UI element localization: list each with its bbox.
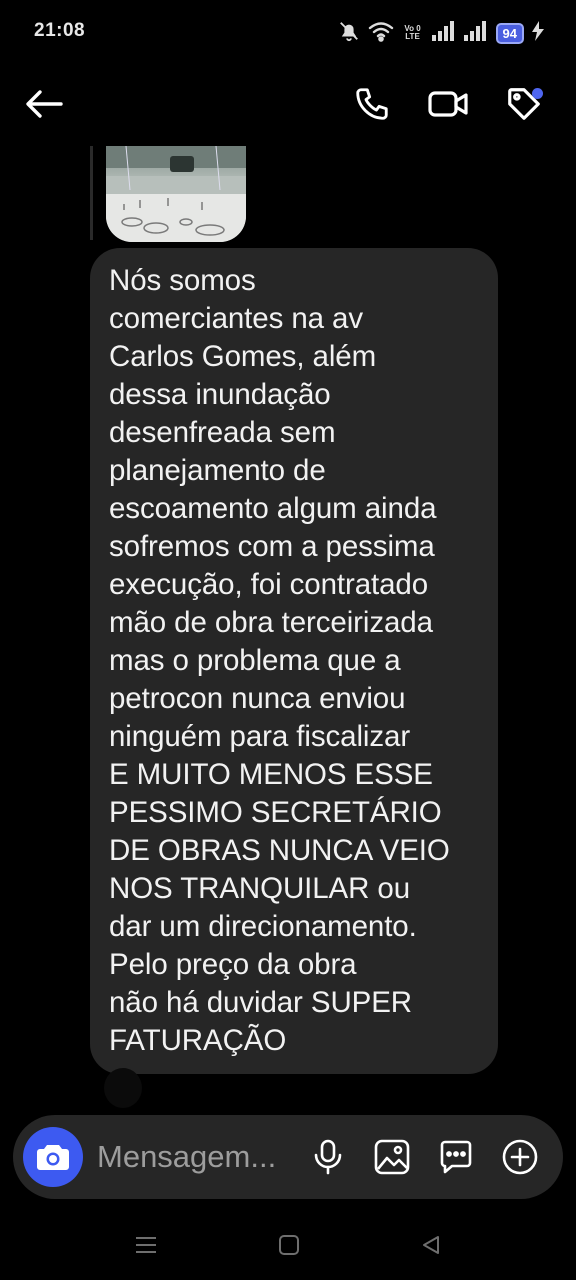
tag-button[interactable] [502,82,546,126]
flood-photo-preview [106,146,246,194]
back-nav-button[interactable] [416,1230,446,1260]
mute-bell-icon [338,20,360,47]
message-input[interactable] [97,1135,302,1179]
back-triangle-icon [423,1236,439,1254]
chat-header [0,64,576,144]
sticker-icon [440,1140,472,1174]
back-button[interactable] [22,82,66,126]
signal-icon-2 [463,20,488,46]
home-button[interactable] [274,1230,304,1260]
notification-dot [532,88,543,99]
charging-bolt-icon [532,20,544,46]
message-composer [13,1115,563,1199]
gallery-button[interactable] [372,1137,412,1177]
add-button[interactable] [500,1137,540,1177]
volte-bottom-label: LTE [405,32,420,41]
image-message[interactable] [106,146,246,242]
message-bubble[interactable]: Nós somos comerciantes na av Carlos Gome… [90,248,498,1074]
status-time: 21:08 [34,20,86,41]
signal-icon-1 [431,20,456,46]
menu-icon [136,1237,156,1253]
reply-thread-line [90,146,93,240]
system-nav-bar [0,1210,576,1280]
gallery-icon [374,1139,410,1175]
plus-icon [502,1139,538,1175]
battery-indicator: 94 [495,22,524,44]
recent-apps-button[interactable] [131,1230,161,1260]
home-icon [279,1235,299,1255]
microphone-icon [314,1139,342,1175]
camera-button[interactable] [23,1127,83,1187]
volte-indicator: Vo 0 LTE [402,25,424,41]
back-arrow-icon [26,90,63,118]
wifi-icon [368,20,394,47]
rain-illustration [106,194,246,242]
status-bar: 21:08 Vo 0 LTE 94 [0,0,576,64]
voice-message-button[interactable] [308,1137,348,1177]
avatar[interactable] [104,1068,142,1108]
camera-icon [37,1145,69,1170]
message-text: Nós somos comerciantes na av Carlos Gome… [109,264,450,1057]
status-icons: Vo 0 LTE 94 [338,20,544,46]
video-call-button[interactable] [426,82,470,126]
video-camera-icon [428,91,468,117]
phone-icon [356,88,388,120]
sticker-button[interactable] [436,1137,476,1177]
voice-call-button[interactable] [350,82,394,126]
